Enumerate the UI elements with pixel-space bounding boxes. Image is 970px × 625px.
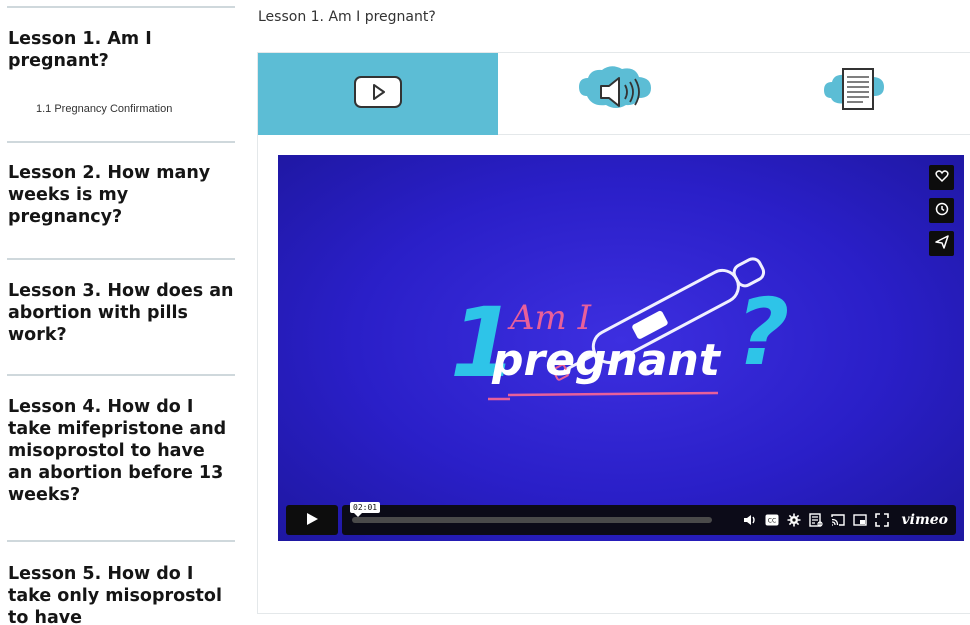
divider [7,374,235,376]
speaker-icon [575,66,661,122]
page-title: Lesson 1. Am I pregnant? [258,9,436,25]
volume-icon[interactable] [743,513,757,527]
settings-gear-icon[interactable] [787,513,801,527]
tab-text[interactable] [738,53,970,135]
fullscreen-icon[interactable] [875,513,890,527]
scrub-bar: 02:01 CC vimeo [342,502,956,535]
video-title-line2: pregnant [492,335,720,386]
watch-later-button[interactable] [929,198,954,223]
video-player[interactable]: 1 Am I pregnant ? 02:01 CC vimeo [278,155,964,541]
play-button[interactable] [286,505,338,535]
lesson-content-panel: 1 Am I pregnant ? 02:01 CC vimeo [257,52,970,614]
progress-track[interactable]: 02:01 [350,502,712,523]
sidebar-item-lesson-1[interactable]: Lesson 1. Am I pregnant? [8,28,234,72]
sidebar-item-lesson-5[interactable]: Lesson 5. How do I take only misoprostol… [8,563,234,625]
player-control-icons: CC vimeo [743,512,948,528]
sidebar-item-lesson-2[interactable]: Lesson 2. How many weeks is my pregnancy… [8,162,234,228]
share-button[interactable] [929,231,954,256]
like-button[interactable] [929,165,954,190]
document-icon [823,64,893,124]
captions-icon[interactable]: CC [765,514,779,526]
divider [7,540,235,542]
sidebar-item-lesson-4[interactable]: Lesson 4. How do I take mifepristone and… [8,396,234,506]
video-title-question: ? [736,279,790,386]
vimeo-logo[interactable]: vimeo [901,512,948,528]
divider [7,258,235,260]
play-icon [353,75,403,113]
heart-icon [934,168,949,187]
lesson-sidebar: Lesson 1. Am I pregnant? 1.1 Pregnancy C… [0,0,236,625]
play-icon [305,511,319,530]
video-controls: 02:01 CC vimeo [286,502,956,535]
cast-icon[interactable] [831,513,846,527]
video-side-actions [929,165,954,256]
video-title-line1: Am I [510,298,592,338]
media-tabs [258,53,970,135]
tab-video[interactable] [258,53,498,135]
divider [7,6,235,8]
divider [7,141,235,143]
svg-text:CC: CC [768,518,776,525]
transcript-icon[interactable] [809,513,824,527]
clock-icon [935,201,949,220]
time-tooltip: 02:01 [350,502,381,517]
send-icon [934,234,949,253]
tab-audio[interactable] [498,53,738,135]
picture-in-picture-icon[interactable] [853,513,868,527]
sidebar-subitem-pregnancy-confirmation[interactable]: 1.1 Pregnancy Confirmation [36,103,172,115]
sidebar-item-lesson-3[interactable]: Lesson 3. How does an abortion with pill… [8,280,234,346]
